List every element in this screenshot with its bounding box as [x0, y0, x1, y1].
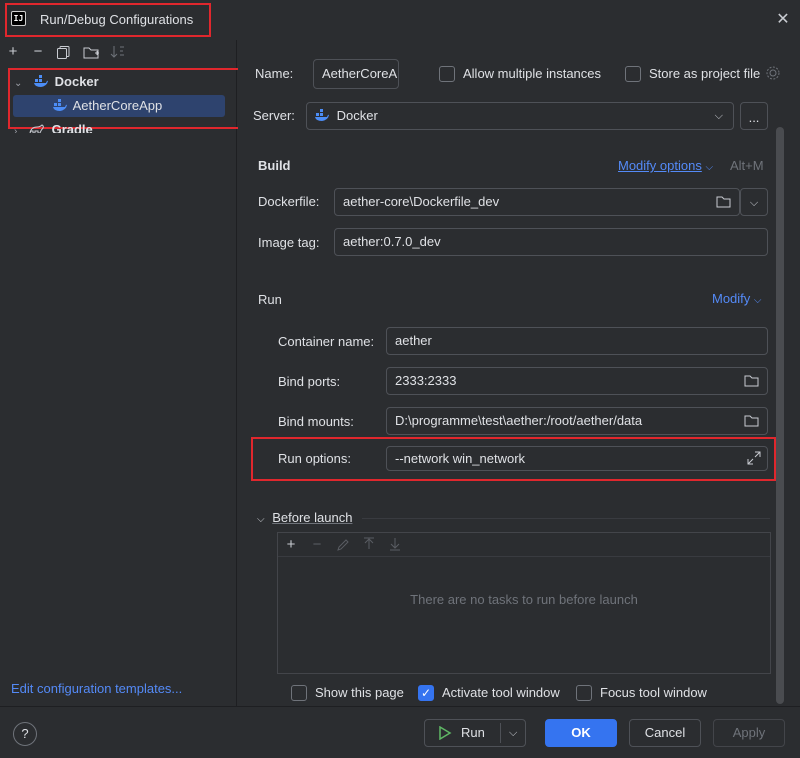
allow-multiple-instances-checkbox[interactable] — [439, 66, 455, 82]
modify-options-label: Modify options — [618, 158, 702, 173]
bind-ports-label: Bind ports: — [278, 374, 341, 389]
dockerfile-label: Dockerfile: — [258, 194, 320, 209]
remove-icon[interactable]: − — [29, 43, 47, 61]
ok-button[interactable]: OK — [545, 719, 617, 747]
bind-mounts-value: D:\programme\test\aether:/root/aether/da… — [395, 413, 643, 428]
server-value: Docker — [336, 108, 378, 123]
activate-tool-window-checkbox[interactable]: ✓ — [418, 685, 434, 701]
show-this-page-checkbox[interactable] — [291, 685, 307, 701]
run-options-label: Run options: — [278, 451, 351, 466]
run-options-input[interactable]: --network win_network — [386, 446, 768, 471]
chevron-down-icon[interactable]: ⌄ — [14, 78, 22, 89]
chevron-down-icon: ⌵ — [257, 514, 265, 525]
dockerfile-input[interactable]: aether-core\Dockerfile_dev — [334, 188, 740, 216]
activate-tool-window-label: Activate tool window — [442, 685, 560, 700]
show-this-page-label: Show this page — [315, 685, 404, 700]
store-as-project-file-label: Store as project file — [649, 66, 761, 81]
name-label: Name: — [255, 66, 293, 81]
title-highlight-box — [5, 3, 211, 37]
edit-configuration-templates-link[interactable]: Edit configuration templates... — [11, 681, 182, 696]
bind-mounts-input[interactable]: D:\programme\test\aether:/root/aether/da… — [386, 407, 768, 435]
help-button[interactable]: ? — [13, 722, 37, 746]
move-down-icon — [388, 537, 402, 551]
cancel-button[interactable]: Cancel — [629, 719, 701, 747]
folder-icon[interactable] — [716, 195, 731, 208]
before-launch-divider — [362, 518, 770, 519]
run-button[interactable]: Run ⌵ — [424, 719, 526, 747]
tree-item-label: AetherCoreApp — [72, 98, 163, 113]
copy-icon[interactable] — [57, 46, 71, 59]
no-tasks-message: There are no tasks to run before launch — [410, 592, 638, 607]
remove-task-icon: − — [312, 536, 322, 553]
tree-item-label: Gradle — [51, 122, 93, 133]
container-name-label: Container name: — [278, 334, 375, 349]
name-input[interactable]: AetherCoreA — [313, 59, 399, 89]
before-launch-toggle[interactable]: ⌵ Before launch — [257, 510, 352, 525]
dockerfile-dropdown-button[interactable]: ⌵ — [740, 188, 768, 216]
folder-icon[interactable] — [744, 414, 759, 427]
tree-item-aethercoreapp[interactable]: AetherCoreApp — [53, 95, 162, 117]
new-folder-icon[interactable] — [83, 45, 100, 59]
form-scrollbar[interactable] — [776, 127, 784, 704]
run-section-title: Run — [258, 292, 282, 307]
chevron-down-icon[interactable]: ⌵ — [509, 720, 517, 746]
tasks-toolbar — [278, 533, 770, 557]
run-modify-link[interactable]: Modify ⌵ — [712, 291, 762, 306]
tree-item-label: Docker — [54, 74, 99, 89]
name-label-text: Name: — [255, 66, 294, 81]
focus-tool-window-label: Focus tool window — [600, 685, 707, 700]
bind-ports-value: 2333:2333 — [395, 373, 457, 388]
add-task-icon[interactable]: + — [282, 536, 300, 554]
docker-icon — [34, 71, 49, 93]
docker-icon — [53, 95, 67, 117]
dockerfile-value: aether-core\Dockerfile_dev — [343, 194, 500, 209]
image-tag-label: Image tag: — [258, 235, 320, 250]
allow-multiple-instances-label: Allow multiple instances — [463, 66, 602, 81]
server-select[interactable]: Docker ⌵ — [306, 102, 734, 130]
folder-icon[interactable] — [744, 374, 759, 387]
chevron-down-icon: ⌵ — [714, 110, 723, 122]
settings-gear-icon[interactable] — [766, 66, 780, 80]
server-label: Server: — [253, 108, 295, 123]
gradle-icon — [29, 119, 45, 133]
expand-icon[interactable] — [747, 451, 761, 465]
focus-tool-window-checkbox[interactable] — [576, 685, 592, 701]
tree-item-gradle[interactable]: › Gradle — [14, 119, 93, 133]
build-section-title: Build — [258, 158, 291, 173]
run-button-label: Run — [461, 725, 485, 740]
image-tag-input[interactable]: aether:0.7.0_dev — [334, 228, 768, 256]
edit-task-icon — [336, 538, 350, 552]
apply-button: Apply — [713, 719, 785, 747]
run-icon — [438, 726, 452, 740]
before-launch-title: Before launch — [272, 510, 353, 525]
chevron-down-icon: ⌵ — [705, 162, 714, 173]
modify-options-link[interactable]: Modify options ⌵ — [618, 158, 713, 173]
docker-icon — [315, 103, 329, 129]
chevron-down-icon: ⌵ — [749, 197, 759, 209]
store-as-project-file-checkbox[interactable] — [625, 66, 641, 82]
run-options-value: --network win_network — [395, 451, 526, 466]
chevron-right-icon[interactable]: › — [14, 126, 17, 133]
server-more-button[interactable]: ... — [740, 102, 768, 130]
close-icon[interactable]: ✕ — [772, 9, 794, 31]
move-up-icon — [362, 537, 376, 551]
sort-icon — [110, 45, 126, 59]
run-dropdown-divider — [500, 723, 501, 743]
bind-mounts-label: Bind mounts: — [278, 414, 354, 429]
modify-options-shortcut: Alt+M — [730, 158, 764, 173]
configurations-tree-pane — [0, 40, 237, 706]
run-modify-label: Modify — [712, 291, 751, 306]
container-name-input[interactable]: aether — [386, 327, 768, 355]
chevron-down-icon: ⌵ — [753, 295, 762, 306]
bind-ports-input[interactable]: 2333:2333 — [386, 367, 768, 395]
add-icon[interactable]: + — [4, 43, 22, 61]
tree-item-docker[interactable]: ⌄ Docker — [14, 71, 99, 93]
